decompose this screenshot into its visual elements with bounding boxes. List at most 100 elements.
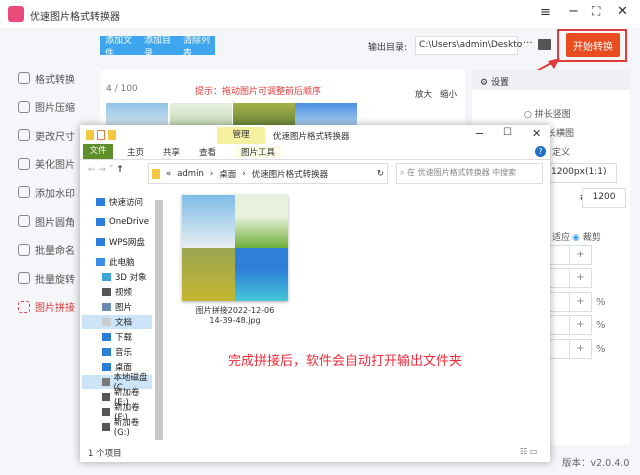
output-path-input[interactable]: C:\Users\admin\Deskto [415, 36, 522, 55]
status-bar: 1 个项目 [88, 449, 122, 459]
menu-icon[interactable]: ≡ [540, 5, 551, 20]
help-icon[interactable]: ? [535, 146, 546, 157]
file-toolbar: 添加文件 添加目录 清除列表 [100, 36, 215, 59]
thumbnail[interactable] [233, 103, 295, 125]
nav-item[interactable]: 此电脑 [82, 255, 152, 269]
nav-item[interactable]: 视频 [82, 285, 152, 299]
sidebar-icon [18, 157, 30, 170]
option-vertical[interactable]: ○ 拼长竖图 [524, 107, 571, 120]
nav-item[interactable]: 新加卷 (G:) [82, 418, 152, 438]
tab-view[interactable]: 查看 [199, 146, 216, 158]
nav-label: 下载 [115, 333, 133, 343]
breadcrumb-item[interactable]: 桌面 [219, 168, 236, 180]
view-toggle-icons[interactable]: ☷ ▭ [520, 447, 537, 456]
sidebar-icon [18, 129, 30, 142]
size-select[interactable]: 1200px(1:1) [547, 163, 617, 183]
file-thumbnail[interactable] [182, 195, 288, 301]
zoom-in-button[interactable]: 放大 [415, 88, 432, 100]
thumbnail[interactable] [295, 103, 357, 125]
sidebar-icon [18, 215, 30, 227]
nav-icon [102, 378, 110, 386]
nav-item[interactable]: 音乐 [82, 345, 152, 359]
thumbnail[interactable] [170, 103, 232, 125]
folder-icon[interactable] [538, 39, 551, 50]
minimize-icon[interactable]: − [568, 4, 579, 19]
zoom-out-button[interactable]: 缩小 [440, 88, 457, 100]
nav-label: 此电脑 [109, 258, 135, 268]
refresh-icon[interactable]: ↻ [377, 169, 384, 179]
height-input[interactable]: 1200 [582, 188, 626, 208]
close-icon[interactable]: ✕ [617, 4, 628, 19]
properties-icon[interactable] [97, 130, 105, 140]
browse-button[interactable]: ··· [523, 38, 533, 49]
file-name[interactable]: 图片拼接2022-12-06 14-39-48.jpg [190, 305, 280, 325]
explorer-minimize-icon[interactable]: − [475, 127, 484, 140]
folder-icon [86, 130, 94, 140]
manage-tab[interactable]: 管理 [217, 127, 265, 144]
nav-item[interactable]: 文档 [82, 315, 152, 329]
scrollbar[interactable] [155, 200, 163, 440]
search-input[interactable]: ⌕ 在 优速图片格式转换器 中搜索 [396, 163, 543, 184]
plus-button[interactable]: + [569, 293, 591, 311]
explorer-close-icon[interactable]: ✕ [532, 127, 541, 140]
tab-share[interactable]: 共享 [163, 146, 180, 158]
sidebar-item[interactable]: 格式转换 [0, 66, 95, 90]
tab-home[interactable]: 主页 [127, 146, 144, 158]
plus-button[interactable]: + [569, 340, 591, 358]
crop-option[interactable]: ◉ 裁剪 [572, 230, 601, 243]
search-placeholder: 在 优速图片格式转换器 中搜索 [407, 168, 517, 177]
title-bar: 优速图片格式转换器 ≡ − ⛶ ✕ [0, 0, 640, 28]
folder-icon [152, 168, 160, 179]
nav-arrows[interactable]: ← → ˅ ↑ [88, 165, 124, 175]
output-label: 输出目录: [368, 43, 408, 53]
nav-icon [96, 238, 105, 246]
thumbnail[interactable] [106, 103, 168, 125]
add-dir-button[interactable]: 添加目录 [144, 33, 176, 59]
sidebar-item-label: 图片压缩 [35, 103, 75, 115]
highlight-box [557, 29, 627, 62]
nav-icon [102, 423, 110, 431]
add-file-button[interactable]: 添加文件 [105, 33, 137, 59]
nav-item[interactable]: 快速访问 [82, 195, 152, 209]
tab-file[interactable]: 文件 [83, 144, 113, 159]
settings-title: 设置 [490, 78, 509, 88]
plus-button[interactable]: + [569, 246, 591, 264]
file-explorer-window: 管理 优速图片格式转换器 − ☐ ✕ 文件 主页 共享 查看 图片工具 ? ← … [80, 125, 550, 462]
hint-text: 提示：拖动图片可调整前后顺序 [195, 87, 322, 97]
option-custom[interactable]: 定义 [552, 145, 570, 158]
sidebar-icon [18, 72, 30, 84]
new-folder-icon[interactable] [108, 130, 116, 140]
nav-label: WPS网盘 [109, 238, 145, 248]
sidebar-item[interactable]: 图片压缩 [0, 95, 95, 119]
nav-item[interactable]: OneDrive [82, 215, 152, 229]
nav-item[interactable]: WPS网盘 [82, 235, 152, 249]
fit-option[interactable]: 适应 [552, 230, 570, 243]
option-horizontal[interactable]: 长横图 [547, 126, 574, 139]
ribbon-tabs: 文件 主页 共享 查看 图片工具 ? [80, 144, 550, 160]
nav-item[interactable]: 3D 对象 [82, 270, 152, 284]
nav-icon [102, 333, 111, 341]
nav-label: OneDrive [109, 217, 149, 227]
clear-list-button[interactable]: 清除列表 [183, 33, 215, 59]
plus-button[interactable]: + [569, 269, 591, 287]
explorer-maximize-icon[interactable]: ☐ [503, 127, 512, 138]
sidebar-item-label: 美化图片 [35, 160, 75, 172]
explorer-title: 优速图片格式转换器 [273, 132, 350, 142]
breadcrumb-item[interactable]: admin [177, 169, 204, 179]
breadcrumb-item[interactable]: 优速图片格式转换器 [252, 168, 329, 180]
plus-button[interactable]: + [569, 316, 591, 334]
nav-label: 音乐 [115, 348, 133, 358]
nav-item[interactable]: 图片 [82, 300, 152, 314]
sidebar-item-label: 批量命名 [35, 246, 75, 258]
tab-picture-tools[interactable]: 图片工具 [235, 145, 282, 158]
nav-label: 文档 [115, 318, 133, 328]
maximize-icon[interactable]: ⛶ [592, 4, 600, 19]
sidebar-icon [18, 300, 30, 313]
nav-icon [102, 318, 111, 326]
nav-icon [102, 393, 110, 401]
version-label: 版本：v2.0.4.0 [562, 458, 630, 469]
nav-icon [96, 218, 105, 226]
address-bar[interactable]: « admin › 桌面 › 优速图片格式转换器 ↻ [148, 163, 388, 184]
percent-label: % [596, 344, 606, 355]
nav-item[interactable]: 下载 [82, 330, 152, 344]
